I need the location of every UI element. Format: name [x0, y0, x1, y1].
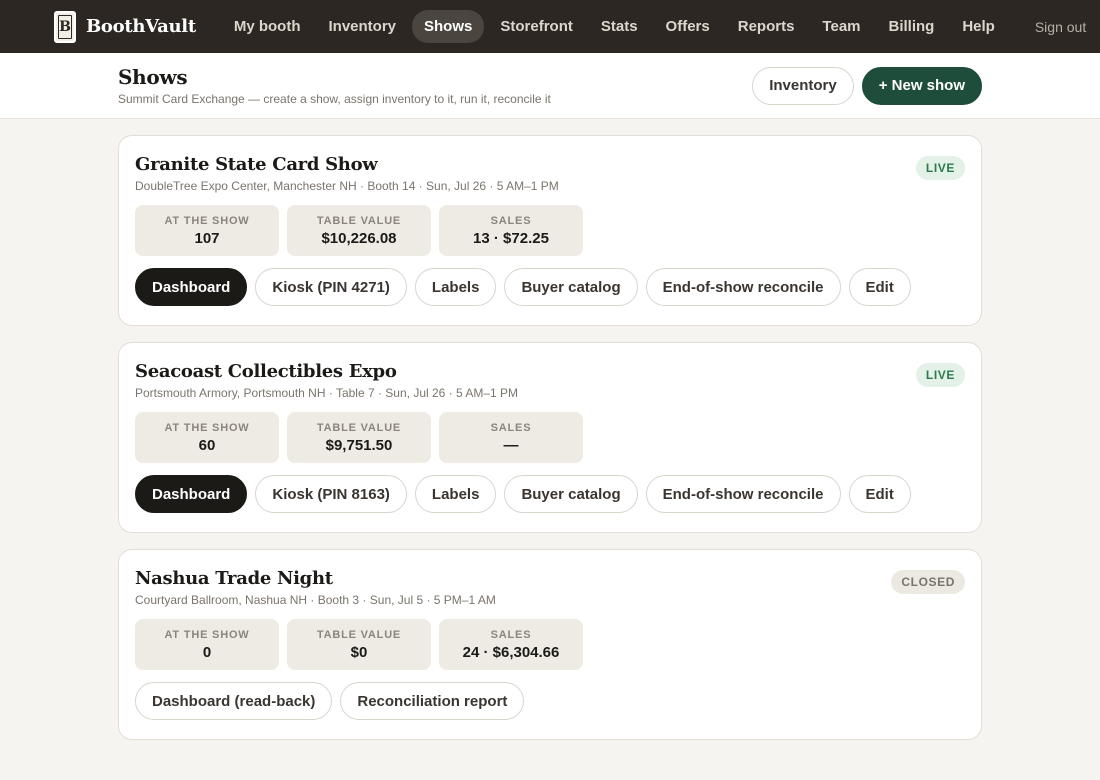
stat-label: AT THE SHOW	[164, 421, 250, 434]
stat-value: 0	[202, 643, 212, 661]
new-show-button[interactable]: + New show	[861, 66, 982, 105]
page-subtitle: Summit Card Exchange — create a show, as…	[118, 92, 551, 106]
stat-label: TABLE VALUE	[316, 628, 402, 641]
nav-item-my-booth[interactable]: My booth	[222, 10, 313, 43]
page-header: Shows Summit Card Exchange — create a sh…	[0, 53, 1100, 119]
dashboard-button[interactable]: Dashboard	[135, 475, 248, 513]
nav-item-shows[interactable]: Shows	[412, 10, 485, 43]
stat-value: $10,226.08	[321, 229, 397, 247]
stat-table-value: TABLE VALUE $0	[287, 619, 431, 670]
nav-item-stats[interactable]: Stats	[589, 10, 650, 43]
stat-label: SALES	[490, 214, 532, 227]
stat-table-value: TABLE VALUE $9,751.50	[287, 412, 431, 463]
stat-label: SALES	[490, 421, 532, 434]
stat-at-the-show: AT THE SHOW 107	[135, 205, 279, 256]
inventory-button[interactable]: Inventory	[752, 66, 854, 105]
show-actions: Dashboard (read-back) Reconciliation rep…	[135, 682, 965, 720]
header-actions: Inventory + New show	[752, 66, 982, 105]
labels-button[interactable]: Labels	[414, 475, 497, 513]
dashboard-readback-button[interactable]: Dashboard (read-back)	[135, 682, 333, 720]
edit-button[interactable]: Edit	[848, 475, 911, 513]
stat-label: TABLE VALUE	[316, 214, 402, 227]
stat-value: $9,751.50	[325, 436, 393, 454]
reconcile-button[interactable]: End-of-show reconcile	[645, 475, 841, 513]
brand-name: BoothVault	[86, 16, 196, 37]
show-stats: AT THE SHOW 0 TABLE VALUE $0 SALES 24 · …	[135, 619, 965, 670]
show-stats: AT THE SHOW 107 TABLE VALUE $10,226.08 S…	[135, 205, 965, 256]
show-card: Seacoast Collectibles Expo Portsmouth Ar…	[118, 342, 982, 533]
stat-label: AT THE SHOW	[164, 214, 250, 227]
stat-value: $0	[350, 643, 368, 661]
reconcile-button[interactable]: End-of-show reconcile	[645, 268, 841, 306]
buyer-catalog-button[interactable]: Buyer catalog	[504, 268, 638, 306]
stat-sales: SALES 13 · $72.25	[439, 205, 583, 256]
brand-logo-icon: B	[54, 10, 76, 43]
brand-logo-letter: B	[59, 18, 71, 35]
show-actions: Dashboard Kiosk (PIN 8163) Labels Buyer …	[135, 475, 965, 513]
reconciliation-report-button[interactable]: Reconciliation report	[340, 682, 525, 720]
nav-item-offers[interactable]: Offers	[654, 10, 722, 43]
stat-label: SALES	[490, 628, 532, 641]
stat-sales: SALES 24 · $6,304.66	[439, 619, 583, 670]
show-meta: DoubleTree Expo Center, Manchester NH · …	[135, 179, 559, 193]
kiosk-button[interactable]: Kiosk (PIN 4271)	[255, 268, 407, 306]
show-card: Granite State Card Show DoubleTree Expo …	[118, 135, 982, 326]
stat-label: AT THE SHOW	[164, 628, 250, 641]
show-title: Granite State Card Show	[135, 154, 378, 175]
status-badge: LIVE	[915, 363, 965, 387]
nav-item-storefront[interactable]: Storefront	[488, 10, 585, 43]
status-badge: LIVE	[915, 156, 965, 180]
show-meta: Portsmouth Armory, Portsmouth NH · Table…	[135, 386, 519, 400]
show-stats: AT THE SHOW 60 TABLE VALUE $9,751.50 SAL…	[135, 412, 965, 463]
stat-at-the-show: AT THE SHOW 0	[135, 619, 279, 670]
nav-item-help[interactable]: Help	[950, 10, 1007, 43]
brand[interactable]: B BoothVault	[54, 10, 196, 43]
status-badge: CLOSED	[891, 570, 965, 594]
edit-button[interactable]: Edit	[848, 268, 911, 306]
stat-value: 60	[198, 436, 216, 454]
nav-item-inventory[interactable]: Inventory	[317, 10, 409, 43]
nav-item-billing[interactable]: Billing	[877, 10, 947, 43]
stat-value: 107	[194, 229, 220, 247]
nav-item-team[interactable]: Team	[810, 10, 872, 43]
nav-item-reports[interactable]: Reports	[726, 10, 807, 43]
page-title: Shows	[118, 65, 188, 89]
stat-value: —	[503, 436, 519, 454]
buyer-catalog-button[interactable]: Buyer catalog	[504, 475, 638, 513]
show-title: Nashua Trade Night	[135, 568, 333, 589]
page-heading: Shows Summit Card Exchange — create a sh…	[118, 65, 551, 106]
nav-items: My booth Inventory Shows Storefront Stat…	[222, 10, 1007, 43]
sign-out-link[interactable]: Sign out	[1035, 19, 1086, 35]
show-title: Seacoast Collectibles Expo	[135, 361, 397, 382]
show-meta: Courtyard Ballroom, Nashua NH · Booth 3 …	[135, 593, 496, 607]
stat-label: TABLE VALUE	[316, 421, 402, 434]
show-card: Nashua Trade Night Courtyard Ballroom, N…	[118, 549, 982, 740]
kiosk-button[interactable]: Kiosk (PIN 8163)	[255, 475, 407, 513]
stat-table-value: TABLE VALUE $10,226.08	[287, 205, 431, 256]
stat-value: 13 · $72.25	[473, 229, 549, 247]
stat-at-the-show: AT THE SHOW 60	[135, 412, 279, 463]
labels-button[interactable]: Labels	[414, 268, 497, 306]
stat-value: 24 · $6,304.66	[462, 643, 560, 661]
stat-sales: SALES —	[439, 412, 583, 463]
top-nav: B BoothVault My booth Inventory Shows St…	[0, 0, 1100, 53]
show-actions: Dashboard Kiosk (PIN 4271) Labels Buyer …	[135, 268, 965, 306]
show-list: Granite State Card Show DoubleTree Expo …	[0, 119, 1100, 740]
dashboard-button[interactable]: Dashboard	[135, 268, 248, 306]
